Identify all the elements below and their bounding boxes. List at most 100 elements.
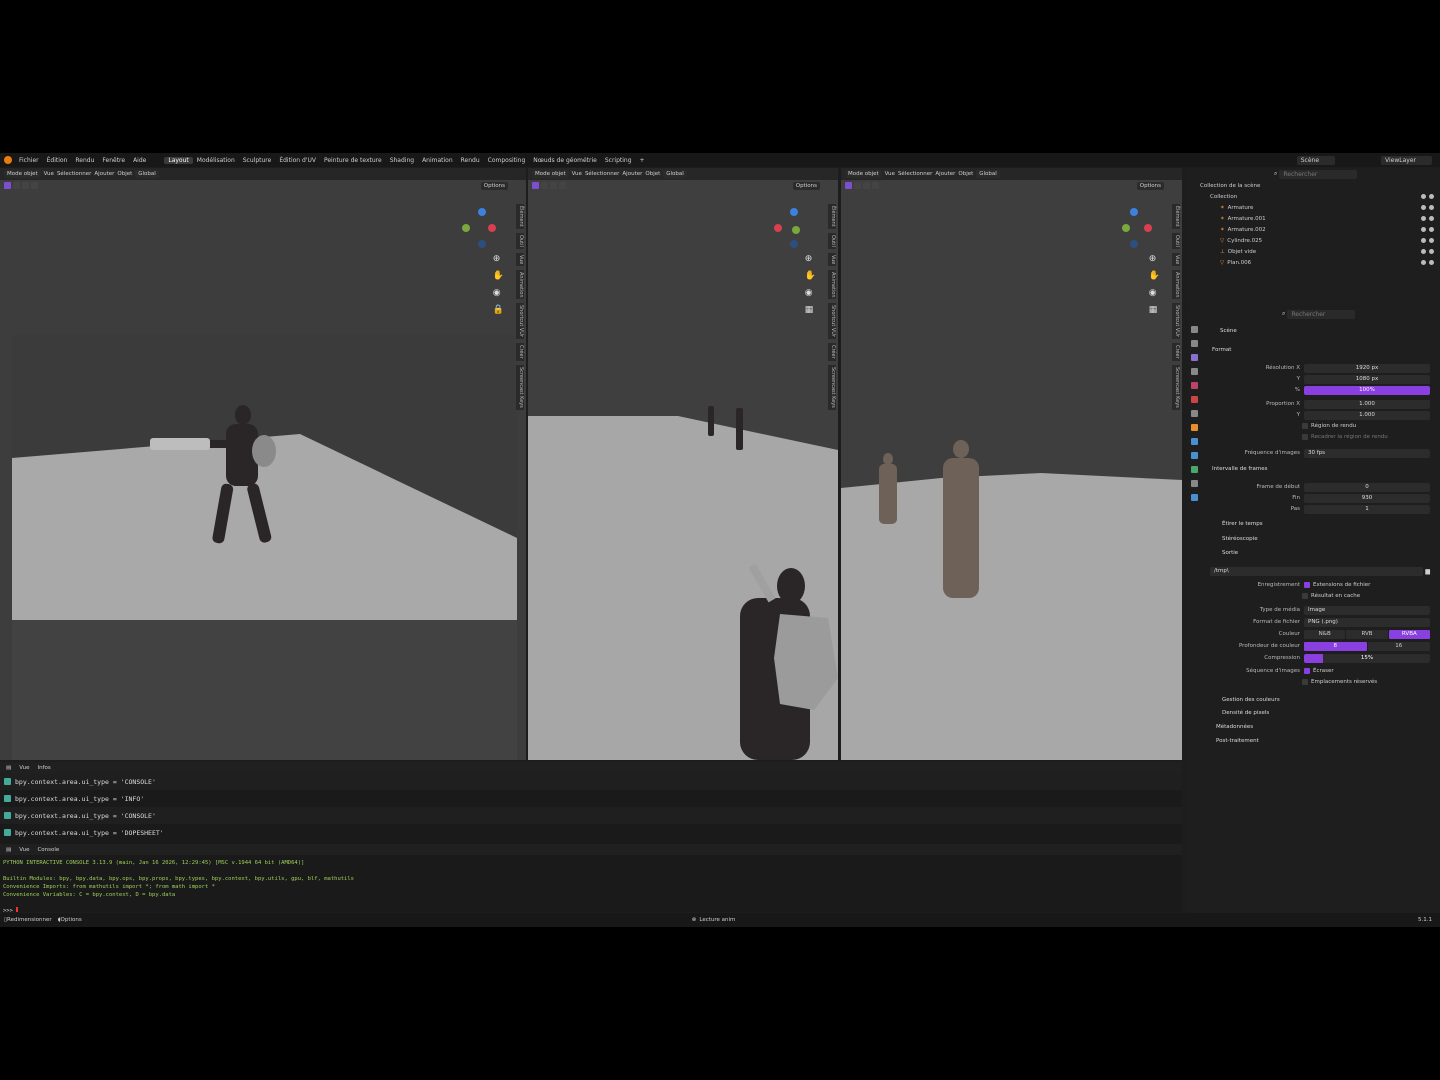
camera-icon[interactable] [1429,238,1434,243]
info-log-line[interactable]: bpy.context.area.ui_type = 'INFO' [0,790,1182,807]
section-pixel-density[interactable]: Densité de pixels [1222,710,1269,716]
menu-window[interactable]: Fenêtre [98,157,129,164]
resolution-x-field[interactable]: 1920 px [1304,363,1430,373]
tab-rendering[interactable]: Rendu [457,157,484,164]
media-type-dropdown[interactable]: Image [1304,605,1430,615]
options-button[interactable]: Options [1136,182,1164,190]
sidetab-animation[interactable]: Animation [828,269,836,300]
aspect-x-field[interactable]: 1.000 [1304,399,1430,409]
section-metadata[interactable]: Métadonnées [1216,724,1253,730]
frame-step-field[interactable]: 1 [1304,504,1430,514]
select-box-icon[interactable] [845,182,852,189]
section-stereoscopy[interactable]: Stéréoscopie [1222,536,1258,542]
output-tab-icon[interactable] [1190,354,1198,361]
select-invert-icon[interactable] [559,182,566,189]
info-editor[interactable]: ▤ Vue Infos bpy.context.area.ui_type = '… [0,762,1182,844]
crop-region-checkbox[interactable]: Recadrer la région de rendu [1302,434,1388,440]
frame-end-field[interactable]: 930 [1304,493,1430,503]
eye-icon[interactable] [1421,249,1426,254]
menu-edit[interactable]: Édition [43,157,72,164]
sidetab-screencast[interactable]: Screencast Keys [1172,365,1180,410]
menu-add[interactable]: Ajouter [935,171,955,177]
orientation-dropdown[interactable]: Global [663,170,687,178]
sidetab-shortcut[interactable]: Shortcut VUr [828,303,836,340]
eye-icon[interactable] [1421,194,1426,199]
sidetab-create[interactable]: Créer [1172,343,1180,362]
sidetab-item[interactable]: Élément [516,204,524,229]
sidetab-animation[interactable]: Animation [1172,269,1180,300]
sidetab-tool[interactable]: Outil [1172,232,1180,249]
section-format[interactable]: Format [1212,347,1231,353]
eye-icon[interactable] [1421,205,1426,210]
scene-selector[interactable]: Scène [1296,155,1336,165]
outliner-item[interactable]: ✶ Armature.001 [1188,213,1440,224]
properties-editor[interactable]: ⌕ Rechercher Scène Format Résolution X 19… [1188,308,1440,913]
menu-object[interactable]: Objet [958,171,973,177]
tab-animation[interactable]: Animation [418,157,457,164]
select-box-icon[interactable] [532,182,539,189]
select-extend-icon[interactable] [541,182,548,189]
camera-icon[interactable] [1429,205,1434,210]
camera-icon[interactable] [1429,260,1434,265]
eye-icon[interactable] [1421,216,1426,221]
orientation-dropdown[interactable]: Global [135,170,159,178]
menu-add[interactable]: Ajouter [94,171,114,177]
sidetab-item[interactable]: Élément [1172,204,1180,229]
sidetab-screencast[interactable]: Screencast Keys [828,365,836,410]
tab-compositing[interactable]: Compositing [484,157,530,164]
sidetab-shortcut[interactable]: Shortcut VUr [1172,303,1180,340]
editor-type-icon[interactable]: ▤ [6,765,11,771]
scene-tab-icon[interactable] [1190,382,1198,389]
depth-8-button[interactable]: 8 [1304,641,1367,651]
orientation-dropdown[interactable]: Global [976,170,1000,178]
file-extensions-checkbox[interactable]: Extensions de fichier [1304,582,1370,588]
camera-icon[interactable] [1429,216,1434,221]
tab-geometry-nodes[interactable]: Nœuds de géométrie [529,157,601,164]
navigation-gizmo[interactable] [774,206,814,250]
info-menu-view[interactable]: Vue [19,765,29,771]
outliner-item[interactable]: ✶ Armature.002 [1188,224,1440,235]
section-frame-range[interactable]: Intervalle de frames [1212,466,1268,472]
menu-select[interactable]: Sélectionner [585,171,619,177]
menu-object[interactable]: Objet [117,171,132,177]
aspect-y-field[interactable]: 1.000 [1304,410,1430,420]
sidetab-tool[interactable]: Outil [516,232,524,249]
outliner-item[interactable]: ⊥ Objet vide [1188,246,1440,257]
console-prompt[interactable]: >>> [3,907,1179,912]
camera-view-icon[interactable]: ◉ [805,288,816,299]
python-console[interactable]: ▤ Vue Console PYTHON INTERACTIVE CONSOLE… [0,844,1182,912]
tab-texture-paint[interactable]: Peinture de texture [320,157,386,164]
outliner-collection[interactable]: Collection [1188,191,1440,202]
grid-view-icon[interactable]: ▦ [805,305,816,316]
render-tab-icon[interactable] [1190,340,1198,347]
collection-tab-icon[interactable] [1190,410,1198,417]
camera-view-icon[interactable]: ◉ [1149,288,1160,299]
frame-start-field[interactable]: 0 [1304,482,1430,492]
grid-view-icon[interactable]: ▦ [1149,305,1160,316]
pan-hand-icon[interactable]: ✋ [805,271,816,282]
frame-rate-dropdown[interactable]: 30 fps [1304,448,1430,458]
viewport-center[interactable]: Mode objet Vue Sélectionner Ajouter Obje… [528,168,838,760]
overwrite-checkbox[interactable]: Écraser [1304,668,1334,674]
sidetab-view[interactable]: Vue [516,252,524,266]
sidetab-animation[interactable]: Animation [516,269,524,300]
modifier-tab-icon[interactable] [1190,438,1198,445]
world-tab-icon[interactable] [1190,396,1198,403]
tab-modeling[interactable]: Modélisation [193,157,239,164]
tab-layout[interactable]: Layout [164,156,193,164]
info-menu-info[interactable]: Infos [37,765,50,771]
outliner-item[interactable]: ▽ Cylindre.025 [1188,235,1440,246]
compression-slider[interactable]: 15% [1304,653,1430,663]
outliner-item[interactable]: ▽ Plan.006 [1188,257,1440,268]
select-invert-icon[interactable] [872,182,879,189]
camera-icon[interactable] [1429,194,1434,199]
options-button[interactable]: Options [480,182,508,190]
camera-view-icon[interactable]: ◉ [493,288,504,299]
sidetab-create[interactable]: Créer [516,343,524,362]
select-extend-icon[interactable] [854,182,861,189]
camera-icon[interactable] [1429,249,1434,254]
pan-hand-icon[interactable]: ✋ [1149,271,1160,282]
outliner[interactable]: ⌕ Rechercher Collection de la scène Coll… [1188,168,1440,306]
sidetab-view[interactable]: Vue [828,252,836,266]
info-log-line[interactable]: bpy.context.area.ui_type = 'CONSOLE' [0,773,1182,790]
